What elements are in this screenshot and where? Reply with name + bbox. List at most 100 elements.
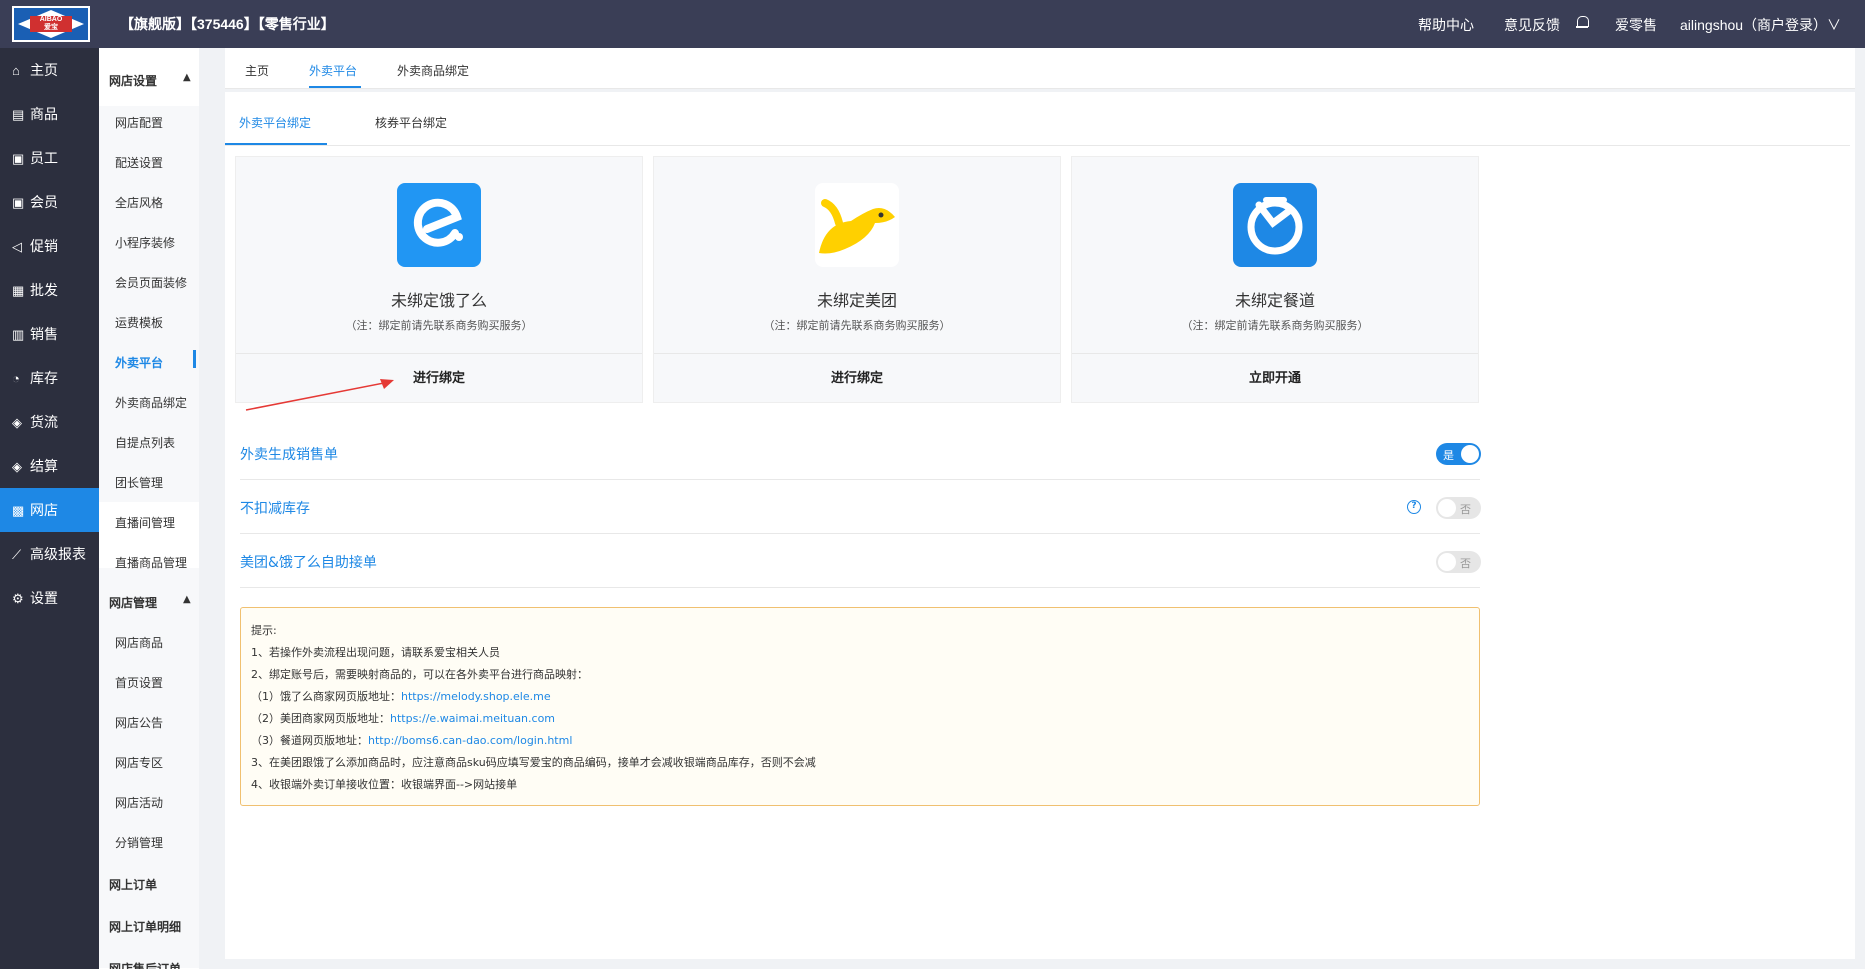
sub-sidebar: 网店设置 ▲ 网店配置 配送设置 全店风格 小程序装修 会员页面装修 运费模板 外… [99,48,199,969]
setting-row-no-deduct-stock: 不扣减库存 ? 否 [240,480,1481,534]
submenu-item[interactable]: 会员页面装修 [115,274,187,291]
submenu-item[interactable]: 小程序装修 [115,234,175,251]
nav-settlement[interactable]: ◈ 结算 [0,444,99,488]
card-meituan: 未绑定美团 （注：绑定前请先联系商务购买服务） 进行绑定 [653,156,1061,403]
red-arrow-annotation [245,379,394,411]
goods-icon: ▤ [12,107,25,122]
tips-line: （2）美团商家网页版地址：https://e.waimai.meituan.co… [251,712,556,725]
help-center-link[interactable]: 帮助中心 [1418,15,1474,35]
tips-line: 2、绑定账号后，需要映射商品的，可以在各外卖平台进行商品映射： [251,668,588,681]
subtab-coupon-binding[interactable]: 核券平台绑定 [375,114,447,131]
submenu-item[interactable]: 配送设置 [115,154,163,171]
nav-reports[interactable]: ⟋ 高级报表 [0,532,99,576]
card-note: （注：绑定前请先联系商务购买服务） [1181,319,1369,332]
nav-member[interactable]: ▣ 会员 [0,180,99,224]
user-menu[interactable]: ailingshou（商户登录）∨ [1680,15,1841,35]
chevron-up-icon: ▲ [183,594,191,605]
open-candao-button[interactable]: 立即开通 [1072,353,1478,402]
promo-icon: ◁ [12,239,22,254]
subtab-takeout-binding[interactable]: 外卖平台绑定 [239,114,311,131]
top-bar: AIBAO 爱宝 【旗舰版】【375446】【零售行业】 帮助中心 意见反馈 爱零… [0,0,1865,48]
nav-wholesale[interactable]: ▦ 批发 [0,268,99,312]
page-tabs: 主页 外卖平台 外卖商品绑定 [225,48,1855,89]
submenu-item[interactable]: 直播间管理 [115,514,175,531]
submenu-item[interactable]: 外卖商品绑定 [115,394,187,411]
active-indicator [193,350,196,368]
aibao-logo[interactable]: AIBAO 爱宝 [12,6,90,42]
bind-meituan-button[interactable]: 进行绑定 [654,353,1060,402]
bell-icon[interactable] [1576,16,1589,30]
nav-online-store[interactable]: ▩ 网店 [0,488,99,532]
tab-takeout-platform[interactable]: 外卖平台 [309,62,357,79]
active-tab-underline [309,86,361,88]
sub-tabs: 外卖平台绑定 核券平台绑定 [225,92,1850,146]
meituan-kangaroo-icon [815,183,899,267]
submenu-item[interactable]: 分销管理 [115,834,163,851]
card-note: （注：绑定前请先联系商务购买服务） [763,319,951,332]
toggle-no-deduct-stock[interactable]: 否 [1436,497,1481,519]
toggle-auto-accept[interactable]: 否 [1436,551,1481,573]
card-title: 未绑定餐道 [1234,291,1315,310]
submenu-item-takeout[interactable]: 外卖平台 [115,354,163,371]
staff-icon: ▣ [12,151,25,166]
group-store-settings[interactable]: 网店设置 ▲ [109,72,191,89]
nav-home[interactable]: ⌂ 主页 [0,48,99,92]
tab-home[interactable]: 主页 [245,62,269,79]
chevron-up-icon: ▲ [183,72,191,83]
submenu-item[interactable]: 全店风格 [115,194,163,211]
tips-line: 1、若操作外卖流程出现问题，请联系爱宝相关人员 [251,646,500,659]
card-title: 未绑定美团 [816,291,897,310]
group-after-sale[interactable]: 网店售后订单 [109,960,181,969]
submenu-item[interactable]: 网店公告 [115,714,163,731]
tips-line: 3、在美团跟饿了么添加商品时，应注意商品sku码应填写爱宝的商品编码，接单才会减… [251,756,816,769]
active-subtab-underline [225,143,327,145]
chart-icon: ⟋ [12,547,22,562]
submenu-item[interactable]: 团长管理 [115,474,163,491]
gear-icon: ⚙ [12,591,24,606]
submenu-item[interactable]: 网店活动 [115,794,163,811]
wholesale-icon: ▦ [12,283,25,298]
card-title: 未绑定饿了么 [390,291,487,310]
tips-box: 提示: 1、若操作外卖流程出现问题，请联系爱宝相关人员 2、绑定账号后，需要映射… [240,607,1480,806]
tab-takeout-goods[interactable]: 外卖商品绑定 [397,62,469,79]
eleme-link[interactable]: https://melody.shop.ele.me [401,690,551,703]
logistics-icon: ◈ [12,415,22,430]
nav-promo[interactable]: ◁ 促销 [0,224,99,268]
nav-sales[interactable]: ▥ 销售 [0,312,99,356]
store-icon: ▩ [12,503,25,518]
setting-label: 不扣减库存 [240,501,310,517]
nav-staff[interactable]: ▣ 员工 [0,136,99,180]
submenu-item[interactable]: 直播商品管理 [115,554,187,571]
group-order-details[interactable]: 网上订单明细 [109,918,181,935]
main-sidebar: ⌂ 主页 ▤ 商品 ▣ 员工 ▣ 会员 ◁ 促销 ▦ 批发 ▥ 销售 ◔ 库存 ◈ 货流 ◈ 结算 … [0,48,99,969]
setting-row-auto-accept: 美团&饿了么自助接单 否 [240,534,1481,588]
store-name[interactable]: 爱零售 [1615,15,1657,35]
submenu-item[interactable]: 自提点列表 [115,434,175,451]
submenu-item[interactable]: 网店配置 [115,114,163,131]
submenu-item[interactable]: 网店专区 [115,754,163,771]
nav-stock[interactable]: ◔ 库存 [0,356,99,400]
feedback-link[interactable]: 意见反馈 [1504,15,1560,35]
settlement-icon: ◈ [12,459,22,474]
submenu-item[interactable]: 首页设置 [115,674,163,691]
submenu-item[interactable]: 运费模板 [115,314,163,331]
nav-logistics[interactable]: ◈ 货流 [0,400,99,444]
setting-label: 外卖生成销售单 [240,447,338,463]
nav-goods[interactable]: ▤ 商品 [0,92,99,136]
submenu-item[interactable]: 网店商品 [115,634,163,651]
card-eleme: 未绑定饿了么 （注：绑定前请先联系商务购买服务） 进行绑定 [235,156,643,403]
question-icon[interactable]: ? [1407,500,1421,514]
eleme-logo-icon [397,183,481,267]
toggle-generate-sales[interactable]: 是 [1436,443,1481,465]
home-icon: ⌂ [12,63,20,78]
main-content: 外卖平台绑定 核券平台绑定 未绑定饿了么 （注：绑定前请先联系商务购买服务） 进… [225,92,1855,959]
stock-icon: ◔ [12,371,20,386]
group-online-orders[interactable]: 网上订单 [109,876,157,893]
group-store-management[interactable]: 网店管理 ▲ [109,594,191,611]
candao-link[interactable]: http://boms6.can-dao.com/login.html [368,734,572,747]
card-note: （注：绑定前请先联系商务购买服务） [345,319,533,332]
setting-label: 美团&饿了么自助接单 [240,555,377,571]
nav-settings[interactable]: ⚙ 设置 [0,576,99,620]
setting-row-generate-sales: 外卖生成销售单 是 [240,426,1481,480]
meituan-link[interactable]: https://e.waimai.meituan.com [390,712,555,725]
